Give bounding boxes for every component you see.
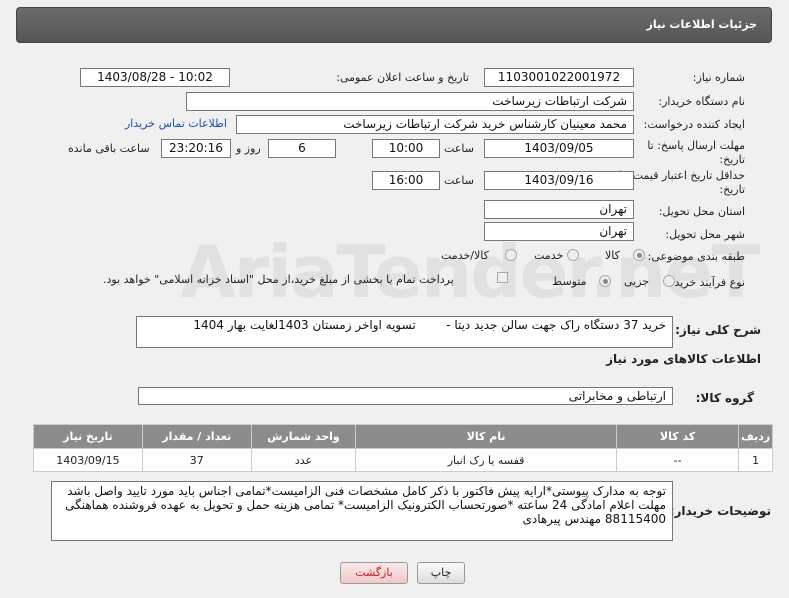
announce-field: 1403/08/28 - 10:02: [80, 68, 230, 87]
remaining-label: ساعت باقی مانده: [68, 142, 150, 155]
need-number-label: شماره نیاز:: [692, 71, 745, 84]
table-row: 1 -- قفسه یا رک انبار عدد 37 1403/09/15: [33, 448, 773, 472]
summary-field: خرید 37 دستگاه راک جهت سالن جدید دیتا - …: [136, 316, 673, 348]
days-field: 6: [268, 139, 336, 158]
need-number-field: 1103001022001972: [484, 68, 634, 87]
cell-row: 1: [738, 448, 773, 472]
creator-label: ایجاد کننده درخواست:: [643, 118, 745, 131]
creator-field: محمد معینیان کارشناس خرید شرکت ارتباطات …: [236, 115, 634, 134]
city-label: شهر محل تحویل:: [665, 228, 745, 241]
category-option-service: خدمت: [534, 249, 564, 262]
category-label: طبقه بندی موضوعی:: [647, 250, 745, 263]
validity-time-field: 16:00: [372, 171, 440, 190]
cell-qty: 37: [141, 448, 252, 472]
buyer-notes-field: توجه به مدارک پیوستی*ارایه پیش فاکتور با…: [51, 481, 673, 541]
watermark-logo: AriaTender.neT: [180, 230, 760, 314]
treasury-payment-note: پرداخت تمام یا بخشی از مبلغ خرید،از محل …: [103, 273, 454, 286]
deadline-date-field: 1403/09/05: [484, 139, 634, 158]
process-radio-medium[interactable]: [599, 275, 611, 287]
back-button[interactable]: بازگشت: [340, 562, 408, 584]
category-radio-goods-service[interactable]: [505, 249, 517, 261]
days-label: روز و: [236, 142, 261, 155]
city-field: تهران: [484, 222, 634, 241]
page-title: جزئیات اطلاعات نیاز: [646, 18, 758, 31]
goods-group-field: ارتباطی و مخابراتی: [138, 387, 673, 405]
col-qty: تعداد / مقدار: [141, 424, 252, 449]
col-code: کد کالا: [615, 424, 740, 449]
validity-time-label: ساعت: [444, 174, 474, 187]
category-option-goods: کالا: [605, 249, 620, 262]
col-name: نام کالا: [355, 424, 617, 449]
category-radio-goods[interactable]: [633, 249, 645, 261]
process-radio-minor[interactable]: [663, 275, 675, 287]
validity-label: حداقل تاریخ اعتبار قیمت: تا تاریخ:: [619, 169, 745, 196]
buyer-field: شرکت ارتباطات زیرساخت: [186, 92, 634, 111]
print-button[interactable]: چاپ: [417, 562, 465, 584]
goods-table: ردیف کد کالا نام کالا واحد شمارش تعداد /…: [33, 424, 773, 472]
treasury-payment-checkbox[interactable]: [497, 272, 508, 283]
cell-code: --: [615, 448, 740, 472]
deadline-label: مهلت ارسال پاسخ: تا تاریخ:: [647, 139, 745, 166]
announce-label: تاریخ و ساعت اعلان عمومی:: [336, 71, 469, 84]
process-label: نوع فرآیند خرید :: [667, 276, 745, 289]
process-option-medium: متوسط: [552, 275, 587, 288]
remaining-time-field: 23:20:16: [161, 139, 231, 158]
buyer-label: نام دستگاه خریدار:: [658, 95, 745, 108]
province-label: استان محل تحویل:: [658, 205, 745, 218]
goods-group-label: گروه کالا:: [695, 391, 754, 405]
cell-unit: عدد: [250, 448, 357, 472]
deadline-time-field: 10:00: [372, 139, 440, 158]
col-date: تاریخ نیاز: [33, 424, 143, 449]
buyer-contact-link[interactable]: اطلاعات تماس خریدار: [125, 117, 227, 130]
summary-label: شرح کلی نیاز:: [675, 323, 761, 337]
validity-date-field: 1403/09/16: [484, 171, 634, 190]
cell-date: 1403/09/15: [33, 448, 143, 472]
cell-name: قفسه یا رک انبار: [355, 448, 617, 472]
header-bar: جزئیات اطلاعات نیاز: [16, 7, 772, 43]
col-row: ردیف: [738, 424, 773, 449]
goods-info-title: اطلاعات کالاهای مورد نیاز: [606, 352, 761, 366]
province-field: تهران: [484, 200, 634, 219]
col-unit: واحد شمارش: [250, 424, 357, 449]
buyer-notes-label: توضیحات خریدار:: [669, 504, 771, 518]
process-option-minor: جزیی: [624, 275, 650, 288]
category-radio-service[interactable]: [567, 249, 579, 261]
deadline-time-label: ساعت: [444, 142, 474, 155]
category-option-goods-service: کالا/خدمت: [441, 249, 489, 262]
